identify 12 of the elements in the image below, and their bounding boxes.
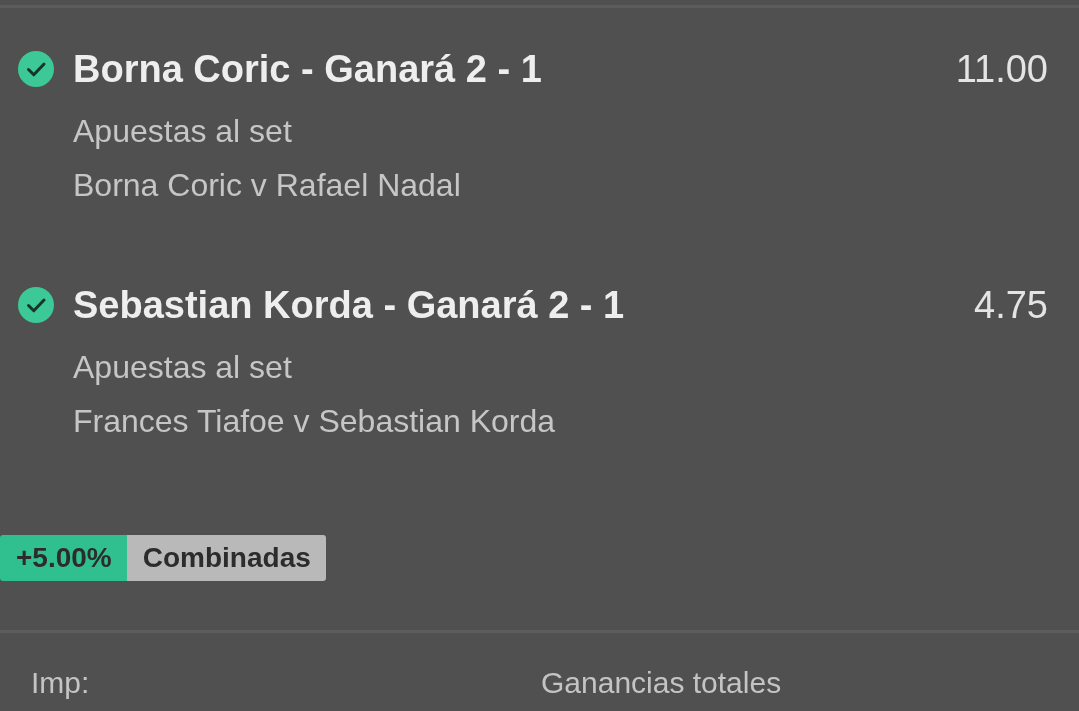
market-name: Apuestas al set [73,112,293,151]
boost-percentage-tag: +5.00% [0,535,127,581]
selection-title: Sebastian Korda - Ganará 2 - 1 [73,283,626,327]
selection-title: Borna Coric - Ganará 2 - 1 [73,47,543,91]
event-name: Borna Coric v Rafael Nadal [73,166,462,205]
total-returns-label: Ganancias totales [541,665,782,701]
combo-label-tag: Combinadas [126,535,326,581]
odds-value: 4.75 [974,283,1048,327]
event-name: Frances Tiafoe v Sebastian Korda [73,402,557,441]
market-name: Apuestas al set [73,348,293,387]
stake-label: Imp: [31,665,90,701]
odds-value: 11.00 [955,47,1048,91]
